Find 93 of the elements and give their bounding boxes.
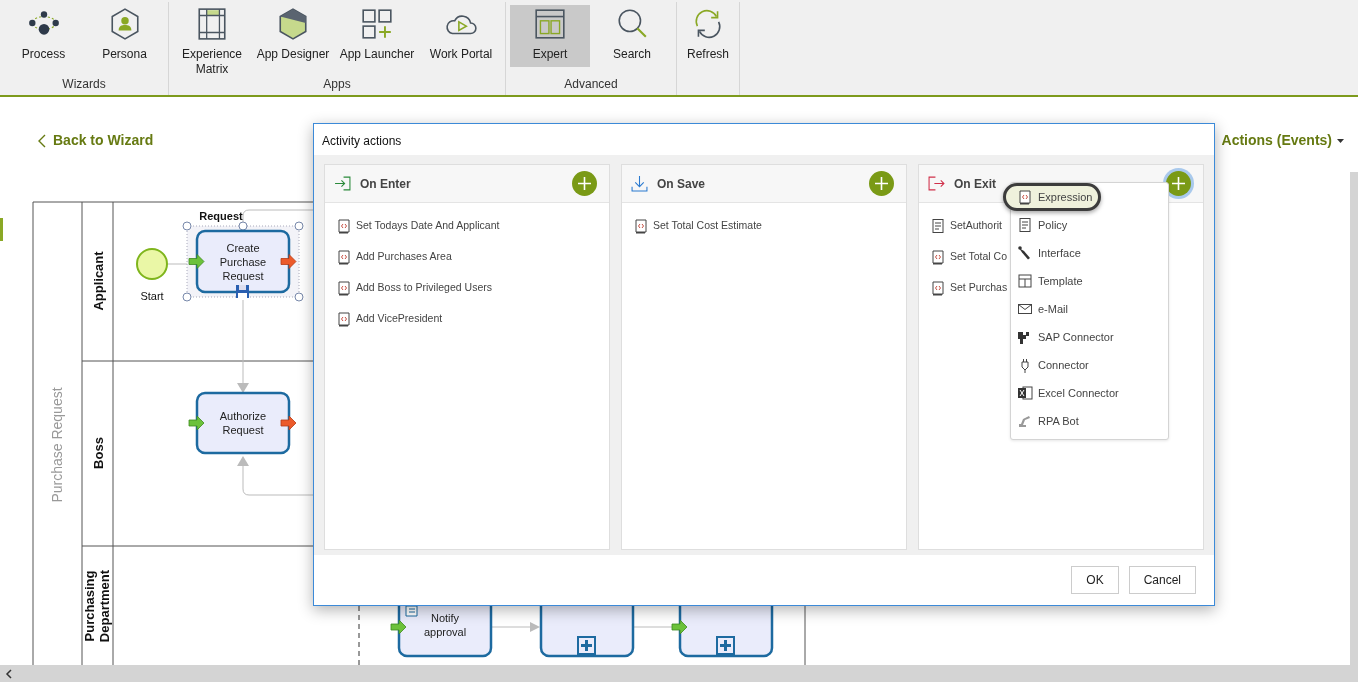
action-item[interactable]: Add VicePresident <box>356 310 443 327</box>
menu-item[interactable]: SAP Connector <box>1011 323 1168 351</box>
script-icon <box>336 279 352 296</box>
add-button[interactable] <box>1166 171 1191 196</box>
actions-dropdown[interactable]: Actions (Events) <box>1221 130 1344 151</box>
menu-item[interactable]: Policy <box>1011 211 1168 239</box>
scrollbar[interactable] <box>1350 172 1358 665</box>
script-icon <box>336 217 352 234</box>
action-item[interactable]: Add Purchases Area <box>356 248 452 265</box>
menu-item[interactable]: Interface <box>1011 239 1168 267</box>
script-icon <box>633 217 649 234</box>
connector <box>490 622 540 632</box>
script-icon <box>1017 189 1033 205</box>
plus-icon <box>875 177 888 190</box>
menu-item[interactable]: Template <box>1011 267 1168 295</box>
plus-icon <box>1172 177 1185 190</box>
ribbon-button[interactable]: Work Portal <box>421 5 501 67</box>
pool-label: Purchase Request <box>49 387 65 503</box>
script-icon <box>336 310 352 327</box>
sign-in-icon <box>334 175 351 192</box>
hexagon-icon <box>276 7 310 41</box>
add-button[interactable] <box>869 171 894 196</box>
subprocess-marker-icon <box>577 636 596 655</box>
script-icon <box>930 248 946 265</box>
subprocess-marker-icon <box>716 636 735 655</box>
document-icon <box>930 217 946 234</box>
group-label: Wizards <box>62 77 106 91</box>
scroll-left-icon[interactable] <box>5 668 13 679</box>
save-icon <box>236 285 249 298</box>
input-arrow-icon <box>390 619 407 635</box>
spreadsheet-icon <box>1017 385 1033 401</box>
ribbon-button[interactable]: Process <box>4 5 83 67</box>
connector <box>632 626 674 628</box>
menu-item[interactable]: RPA Bot <box>1011 407 1168 435</box>
dialog-button[interactable]: Cancel <box>1128 566 1196 594</box>
ribbon-button[interactable]: Experience Matrix <box>173 5 251 77</box>
ribbon-button[interactable]: Persona <box>85 5 164 67</box>
ribbon-button[interactable]: Search <box>592 5 672 67</box>
group-label: Advanced <box>564 77 618 91</box>
robot-arm-icon <box>1017 413 1033 429</box>
document-icon <box>1017 217 1033 233</box>
start-event <box>136 248 168 280</box>
input-arrow-icon <box>188 415 205 431</box>
lane-label: Purchasing Department <box>82 569 112 643</box>
lane-divider <box>358 605 360 665</box>
ribbon-button[interactable]: Refresh <box>681 5 735 67</box>
script-icon <box>336 248 352 265</box>
script-icon <box>930 279 946 296</box>
download-icon <box>631 175 648 192</box>
ribbon-button[interactable]: Expert <box>510 5 590 67</box>
output-arrow-icon <box>280 415 297 431</box>
ribbon-button[interactable]: App Designer <box>253 5 333 67</box>
mail-icon <box>1017 301 1033 317</box>
back-link[interactable]: Back to Wizard <box>38 130 154 151</box>
panel-title: On Enter <box>360 175 412 193</box>
panel-title: On Exit <box>954 175 997 193</box>
panel-title: On Save <box>657 175 707 193</box>
add-button[interactable] <box>572 171 597 196</box>
plug-icon <box>1017 245 1033 261</box>
input-arrow-icon <box>188 254 205 269</box>
menu-item[interactable]: e-Mail <box>1011 295 1168 323</box>
action-item[interactable]: Set Todays Date And Applicant <box>356 217 500 234</box>
lane-label: Boss <box>91 437 106 469</box>
action-item[interactable]: Set Purchas <box>950 279 1008 296</box>
output-arrow-icon <box>280 254 297 269</box>
lane-label: Applicant <box>91 251 106 311</box>
annotation-label: Request <box>199 210 243 222</box>
event-label: Start <box>140 290 164 302</box>
scrollbar[interactable] <box>0 665 1358 682</box>
action-item[interactable]: Add Boss to Privileged Users <box>356 279 492 296</box>
tiles-icon <box>360 7 394 41</box>
input-arrow-icon <box>671 619 688 635</box>
task-label: Notify approval <box>423 612 467 638</box>
layout-icon <box>1017 273 1033 289</box>
dialog-title: Activity actions <box>322 134 402 148</box>
ribbon-button[interactable]: App Launcher <box>335 5 419 67</box>
window-icon <box>533 7 567 41</box>
caret-icon <box>1337 138 1344 143</box>
menu-item[interactable]: Connector <box>1011 351 1168 379</box>
action-item[interactable]: Set Total Co <box>950 248 1007 265</box>
side-indicator <box>0 218 3 241</box>
menu-item[interactable]: Expression <box>1003 183 1102 211</box>
action-item[interactable]: Set Total Cost Estimate <box>653 217 762 234</box>
grid-icon <box>195 7 229 41</box>
task-label: Authorize Request <box>219 410 267 436</box>
task-label: Create Purchase Request <box>219 241 267 282</box>
group-label: Apps <box>323 77 351 91</box>
plus-icon <box>578 177 591 190</box>
menu-item[interactable]: Excel Connector <box>1011 379 1168 407</box>
sign-out-icon <box>928 175 945 192</box>
action-item[interactable]: SetAuthorit <box>950 217 1002 234</box>
chevron-left-icon <box>38 133 46 148</box>
dialog-button[interactable]: OK <box>1071 566 1119 594</box>
